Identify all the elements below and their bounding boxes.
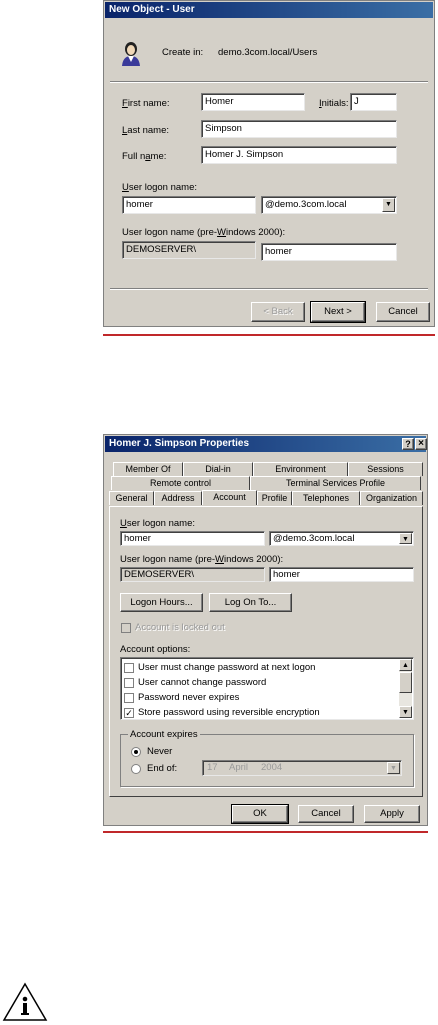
full-name-label: Full name:	[122, 151, 167, 162]
pre2000-name-field[interactable]: homer	[269, 567, 414, 582]
option-checkbox[interactable]	[124, 693, 134, 703]
new-object-user-dialog: New Object - User Create in: demo.3com.l…	[103, 0, 435, 327]
user-properties-dialog: Homer J. Simpson Properties ? × Member O…	[103, 434, 428, 826]
divider	[110, 288, 428, 290]
user-icon	[122, 42, 140, 66]
option-checkbox[interactable]	[124, 678, 134, 688]
last-name-field[interactable]: Simpson	[201, 120, 397, 138]
chevron-down-icon: ▼	[387, 762, 400, 774]
domain-select[interactable]: @demo.3com.local ▼	[269, 531, 414, 546]
initials-field[interactable]: J	[350, 93, 397, 111]
tab-dial-in[interactable]: Dial-in	[183, 462, 253, 476]
tab-remote-control[interactable]: Remote control	[111, 476, 250, 490]
date-year: 2004	[261, 762, 283, 773]
account-options-label: Account options:	[120, 644, 191, 655]
dialog-title: New Object - User	[105, 2, 433, 18]
logon-name-field[interactable]: homer	[120, 531, 265, 546]
domain-value: @demo.3com.local	[265, 199, 347, 210]
locked-out-label: Account is locked out	[135, 622, 225, 633]
pre2000-label: User logon name (pre-Windows 2000):	[122, 227, 286, 238]
end-date-picker: 17 April 2004 ▼	[202, 760, 402, 776]
tab-telephones[interactable]: Telephones	[292, 491, 360, 505]
underline-rule	[103, 334, 435, 336]
end-of-label: End of:	[147, 763, 178, 774]
scroll-thumb[interactable]	[399, 672, 412, 693]
option-label: User cannot change password	[138, 677, 267, 688]
never-radio[interactable]	[131, 747, 141, 757]
never-label: Never	[147, 746, 173, 757]
last-name-label: Last name:	[122, 125, 170, 136]
tab-terminal-services-profile[interactable]: Terminal Services Profile	[250, 476, 421, 490]
scrollbar[interactable]: ▲ ▼	[399, 659, 412, 718]
option-label: User must change password at next logon	[138, 662, 316, 673]
logon-name-field[interactable]: homer	[122, 196, 256, 214]
create-in-label: Create in:	[162, 47, 204, 58]
dialog-title: Homer J. Simpson Properties	[105, 436, 426, 452]
account-options-list[interactable]: User must change password at next logon U…	[120, 657, 414, 720]
account-expires-label: Account expires	[128, 729, 200, 740]
tab-profile[interactable]: Profile	[257, 491, 292, 505]
divider	[110, 81, 428, 83]
first-name-field[interactable]: Homer	[201, 93, 305, 111]
first-name-label: First name:	[122, 98, 170, 109]
tab-organization[interactable]: Organization	[360, 491, 423, 505]
create-in-value: demo.3com.local/Users	[218, 47, 318, 58]
apply-button[interactable]: Apply	[364, 805, 420, 823]
tab-sessions[interactable]: Sessions	[348, 462, 423, 476]
logon-name-label: User logon name:	[120, 518, 195, 529]
locked-out-checkbox[interactable]	[121, 623, 131, 633]
pre2000-domain-field: DEMOSERVER\	[120, 567, 265, 582]
pre2000-label: User logon name (pre-Windows 2000):	[120, 554, 284, 565]
pre2000-domain-field: DEMOSERVER\	[122, 241, 256, 259]
logon-hours-button[interactable]: Logon Hours...	[120, 593, 203, 612]
date-day: 17	[207, 762, 218, 773]
tab-address[interactable]: Address	[154, 491, 202, 505]
scroll-down-icon[interactable]: ▼	[399, 706, 412, 718]
tab-general[interactable]: General	[109, 491, 154, 505]
back-button[interactable]: < Back	[251, 302, 305, 322]
full-name-field[interactable]: Homer J. Simpson	[201, 146, 397, 164]
close-button[interactable]: ×	[415, 438, 427, 450]
date-month: April	[229, 762, 249, 773]
help-button[interactable]: ?	[402, 438, 414, 450]
option-label: Store password using reversible encrypti…	[138, 707, 320, 718]
ok-button[interactable]: OK	[231, 804, 289, 824]
tab-account[interactable]: Account	[202, 490, 257, 505]
initials-label: Initials:	[319, 98, 349, 109]
option-checkbox[interactable]: ✓	[124, 708, 134, 718]
end-of-radio[interactable]	[131, 764, 141, 774]
tab-member-of[interactable]: Member Of	[113, 462, 183, 476]
cancel-button[interactable]: Cancel	[298, 805, 354, 823]
option-checkbox[interactable]	[124, 663, 134, 673]
logon-name-label: User logon name:	[122, 182, 197, 193]
tab-environment[interactable]: Environment	[253, 462, 348, 476]
chevron-down-icon[interactable]: ▼	[399, 533, 412, 544]
scroll-up-icon[interactable]: ▲	[399, 659, 412, 671]
underline-rule	[103, 831, 428, 833]
cancel-button[interactable]: Cancel	[376, 302, 430, 322]
pre2000-name-field[interactable]: homer	[261, 243, 397, 261]
domain-value: @demo.3com.local	[273, 533, 355, 544]
info-icon	[2, 982, 48, 1021]
domain-select[interactable]: @demo.3com.local ▼	[261, 196, 397, 214]
log-on-to-button[interactable]: Log On To...	[209, 593, 292, 612]
option-label: Password never expires	[138, 692, 240, 703]
next-button[interactable]: Next >	[310, 301, 366, 323]
chevron-down-icon[interactable]: ▼	[382, 198, 395, 212]
